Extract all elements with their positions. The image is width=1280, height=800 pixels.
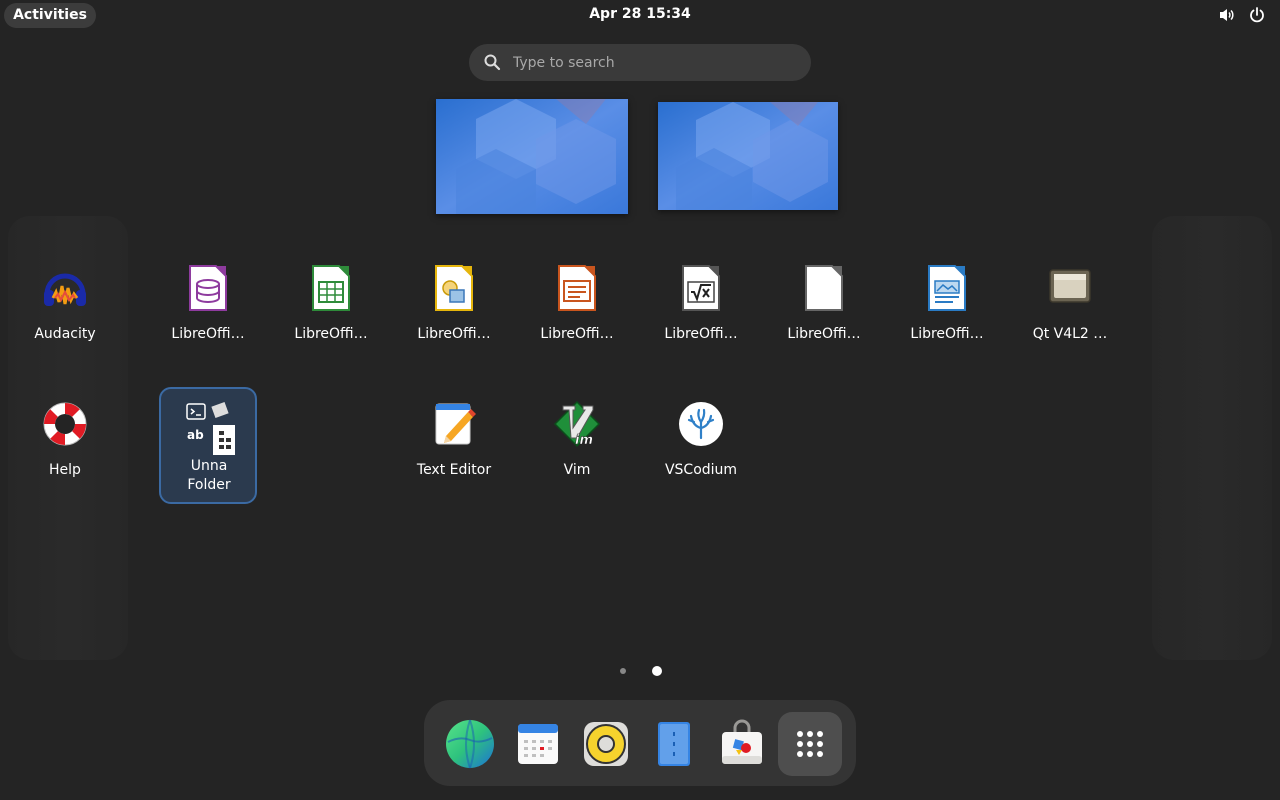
app-label: LibreOffi… — [417, 326, 491, 342]
app-libreoffice-writer[interactable]: LibreOffi… — [892, 264, 1002, 374]
clock[interactable]: Apr 28 15:34 — [540, 6, 740, 22]
search-input[interactable] — [511, 51, 795, 75]
power-icon[interactable] — [1248, 6, 1266, 24]
folder-label: Unna Folder — [161, 457, 257, 495]
dash-rhythmbox[interactable] — [578, 716, 634, 772]
app-text-editor[interactable]: Text Editor — [399, 400, 509, 510]
app-label: VSCodium — [664, 462, 738, 478]
show-apps-button[interactable] — [778, 712, 842, 776]
libreoffice-impress-icon — [553, 264, 601, 312]
vscodium-icon — [677, 400, 725, 448]
libreoffice-calc-icon — [307, 264, 355, 312]
top-bar: Activities Apr 28 15:34 — [0, 0, 1280, 32]
app-libreoffice-math[interactable]: LibreOffi… — [646, 264, 756, 374]
workspace-2-thumbnail[interactable] — [658, 102, 838, 210]
libreoffice-startcenter-icon — [800, 264, 848, 312]
app-label: LibreOffi… — [664, 326, 738, 342]
activities-button[interactable]: Activities — [4, 3, 96, 28]
app-label: Vim — [563, 462, 591, 478]
help-lifebuoy-icon — [41, 400, 89, 448]
calendar-icon — [510, 724, 566, 776]
web-browser-icon — [442, 719, 498, 776]
dash-software[interactable] — [714, 716, 770, 772]
app-label: LibreOffi… — [171, 326, 245, 342]
text-editor-icon — [430, 400, 478, 448]
app-folder[interactable]: ab Unna Folder — [159, 387, 259, 504]
page-indicator-2[interactable] — [652, 666, 662, 676]
app-label: Audacity — [34, 326, 96, 342]
app-libreoffice-draw[interactable]: LibreOffi… — [399, 264, 509, 374]
search-icon — [483, 53, 501, 71]
vim-icon: im — [553, 400, 601, 448]
libreoffice-draw-icon — [430, 264, 478, 312]
libreoffice-base-icon — [184, 264, 232, 312]
app-libreoffice-calc[interactable]: LibreOffi… — [276, 264, 386, 374]
software-store-icon — [714, 719, 770, 776]
app-libreoffice-impress[interactable]: LibreOffi… — [522, 264, 632, 374]
app-audacity[interactable]: Audacity — [10, 264, 120, 374]
libreoffice-math-icon — [677, 264, 725, 312]
app-qt-v4l2[interactable]: Qt V4L2 … — [1015, 264, 1125, 374]
folder-icon: ab — [183, 401, 259, 471]
app-label: Help — [49, 462, 81, 478]
app-vim[interactable]: im Vim — [522, 400, 632, 510]
app-label: LibreOffi… — [910, 326, 984, 342]
app-label: LibreOffi… — [787, 326, 861, 342]
system-menu[interactable] — [1218, 6, 1266, 24]
app-help[interactable]: Help — [10, 400, 120, 510]
dash-calendar[interactable] — [510, 716, 566, 772]
rhythmbox-icon — [578, 722, 634, 776]
app-libreoffice[interactable]: LibreOffi… — [769, 264, 879, 374]
volume-icon[interactable] — [1218, 6, 1236, 24]
search-bar[interactable] — [469, 44, 811, 81]
app-libreoffice-base[interactable]: LibreOffi… — [153, 264, 263, 374]
workspace-1-thumbnail[interactable] — [436, 99, 628, 214]
file-manager-icon — [646, 722, 702, 776]
app-vscodium[interactable]: VSCodium — [646, 400, 756, 510]
dash-files[interactable] — [646, 716, 702, 772]
dash-web-browser[interactable] — [442, 716, 498, 772]
qt-v4l2-icon — [1046, 264, 1094, 312]
next-page-hint[interactable] — [1152, 216, 1272, 660]
app-label: LibreOffi… — [540, 326, 614, 342]
show-apps-icon — [794, 728, 826, 760]
audacity-icon — [41, 264, 89, 312]
libreoffice-writer-icon — [923, 264, 971, 312]
folder-label-line2: Folder — [187, 477, 231, 493]
folder-label-line1: Unna — [190, 458, 228, 474]
svg-text:ab: ab — [187, 428, 204, 442]
app-label: Text Editor — [416, 462, 492, 478]
page-indicator-1[interactable] — [620, 668, 626, 674]
app-label: LibreOffi… — [294, 326, 368, 342]
app-label: Qt V4L2 … — [1032, 326, 1108, 342]
svg-text:im: im — [575, 433, 593, 448]
dash — [424, 700, 856, 786]
